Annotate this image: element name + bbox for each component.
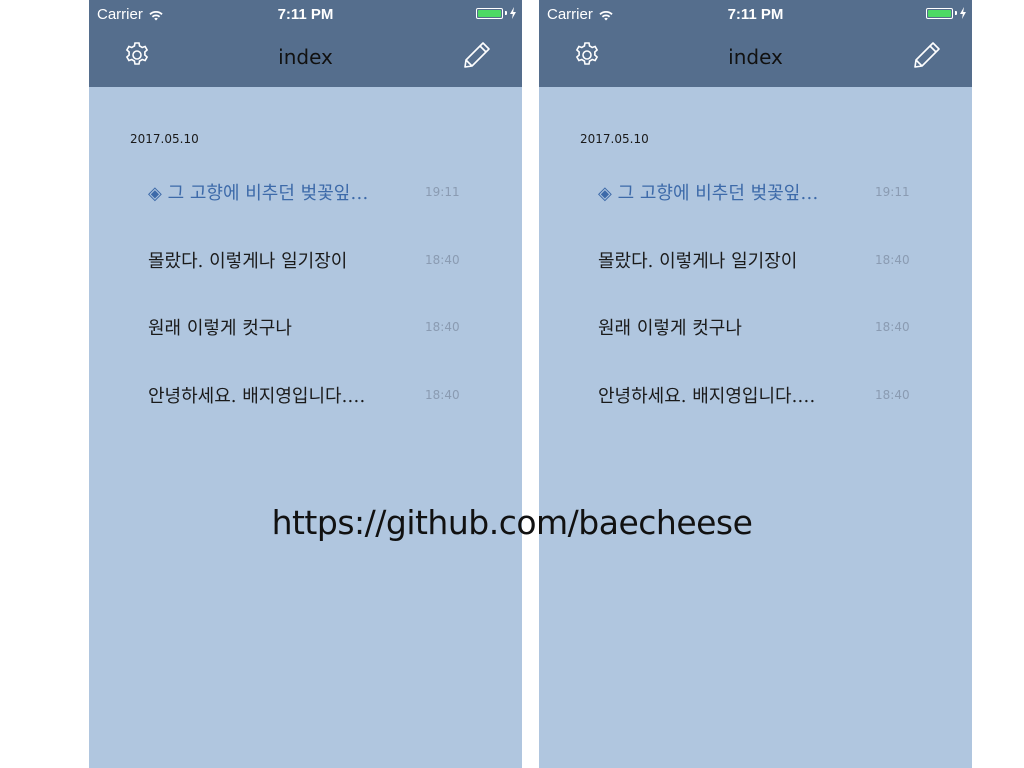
entry-title: 안녕하세요. 배지영입니다.… [148, 385, 366, 407]
list-item[interactable]: 안녕하세요. 배지영입니다.… 18:40 [89, 368, 522, 436]
status-bar: Carrier 7:11 PM [539, 0, 972, 28]
phone-screen-right: Carrier 7:11 PM index 2017.05.10 ◈ 그 고향에… [539, 0, 972, 768]
entry-title: 원래 이렇게 컷구나 [598, 318, 742, 339]
screenshot-stage: Carrier 7:11 PM index 2017.05.10 ◈ 그 고향에… [0, 0, 1024, 768]
entry-title: ◈ 그 고향에 비추던 벚꽃잎… [148, 183, 369, 204]
charging-bolt-icon [510, 7, 516, 19]
battery-icon [926, 7, 953, 19]
entry-time: 19:11 [875, 185, 910, 199]
entry-time: 18:40 [425, 320, 460, 334]
entry-title: ◈ 그 고향에 비추던 벚꽃잎… [598, 183, 819, 204]
pencil-icon[interactable] [912, 40, 942, 70]
list-item[interactable]: 원래 이렇게 컷구나 18:40 [539, 300, 972, 368]
charging-bolt-icon [960, 7, 966, 19]
diary-list: ◈ 그 고향에 비추던 벚꽃잎… 19:11 몰랐다. 이렇게나 일기장이 18… [89, 165, 522, 435]
battery-icon [476, 7, 503, 19]
entry-time: 18:40 [425, 387, 460, 402]
date-header: 2017.05.10 [580, 132, 649, 146]
list-item[interactable]: 안녕하세요. 배지영입니다.… 18:40 [539, 368, 972, 436]
list-item[interactable]: 몰랐다. 이렇게나 일기장이 18:40 [539, 233, 972, 301]
pencil-icon[interactable] [462, 40, 492, 70]
entry-time: 19:11 [425, 185, 460, 199]
entry-title: 원래 이렇게 컷구나 [148, 318, 292, 339]
entry-time: 18:40 [425, 252, 460, 267]
list-item[interactable]: 몰랐다. 이렇게나 일기장이 18:40 [89, 233, 522, 301]
entry-title: 몰랐다. 이렇게나 일기장이 [598, 250, 798, 272]
date-header: 2017.05.10 [130, 132, 199, 146]
list-item[interactable]: ◈ 그 고향에 비추던 벚꽃잎… 19:11 [89, 165, 522, 233]
entry-title: 몰랐다. 이렇게나 일기장이 [148, 250, 348, 272]
status-time: 7:11 PM [277, 6, 334, 23]
entry-time: 18:40 [875, 320, 910, 334]
github-url-caption: https://github.com/baecheese [271, 503, 753, 542]
phone-screen-left: Carrier 7:11 PM index 2017.05.10 ◈ 그 고향에… [89, 0, 522, 768]
status-bar: Carrier 7:11 PM [89, 0, 522, 28]
battery-indicator [926, 7, 967, 19]
entry-title: 안녕하세요. 배지영입니다.… [598, 385, 816, 407]
status-time: 7:11 PM [727, 6, 784, 23]
navigation-bar: Carrier 7:11 PM index [539, 0, 972, 87]
page-title: index [278, 45, 333, 69]
battery-indicator [476, 7, 517, 19]
entry-time: 18:40 [875, 252, 910, 267]
list-item[interactable]: ◈ 그 고향에 비추던 벚꽃잎… 19:11 [539, 165, 972, 233]
page-title: index [728, 45, 783, 69]
diary-list: ◈ 그 고향에 비추던 벚꽃잎… 19:11 몰랐다. 이렇게나 일기장이 18… [539, 165, 972, 435]
navigation-bar: Carrier 7:11 PM index [89, 0, 522, 87]
list-item[interactable]: 원래 이렇게 컷구나 18:40 [89, 300, 522, 368]
entry-time: 18:40 [875, 387, 910, 402]
